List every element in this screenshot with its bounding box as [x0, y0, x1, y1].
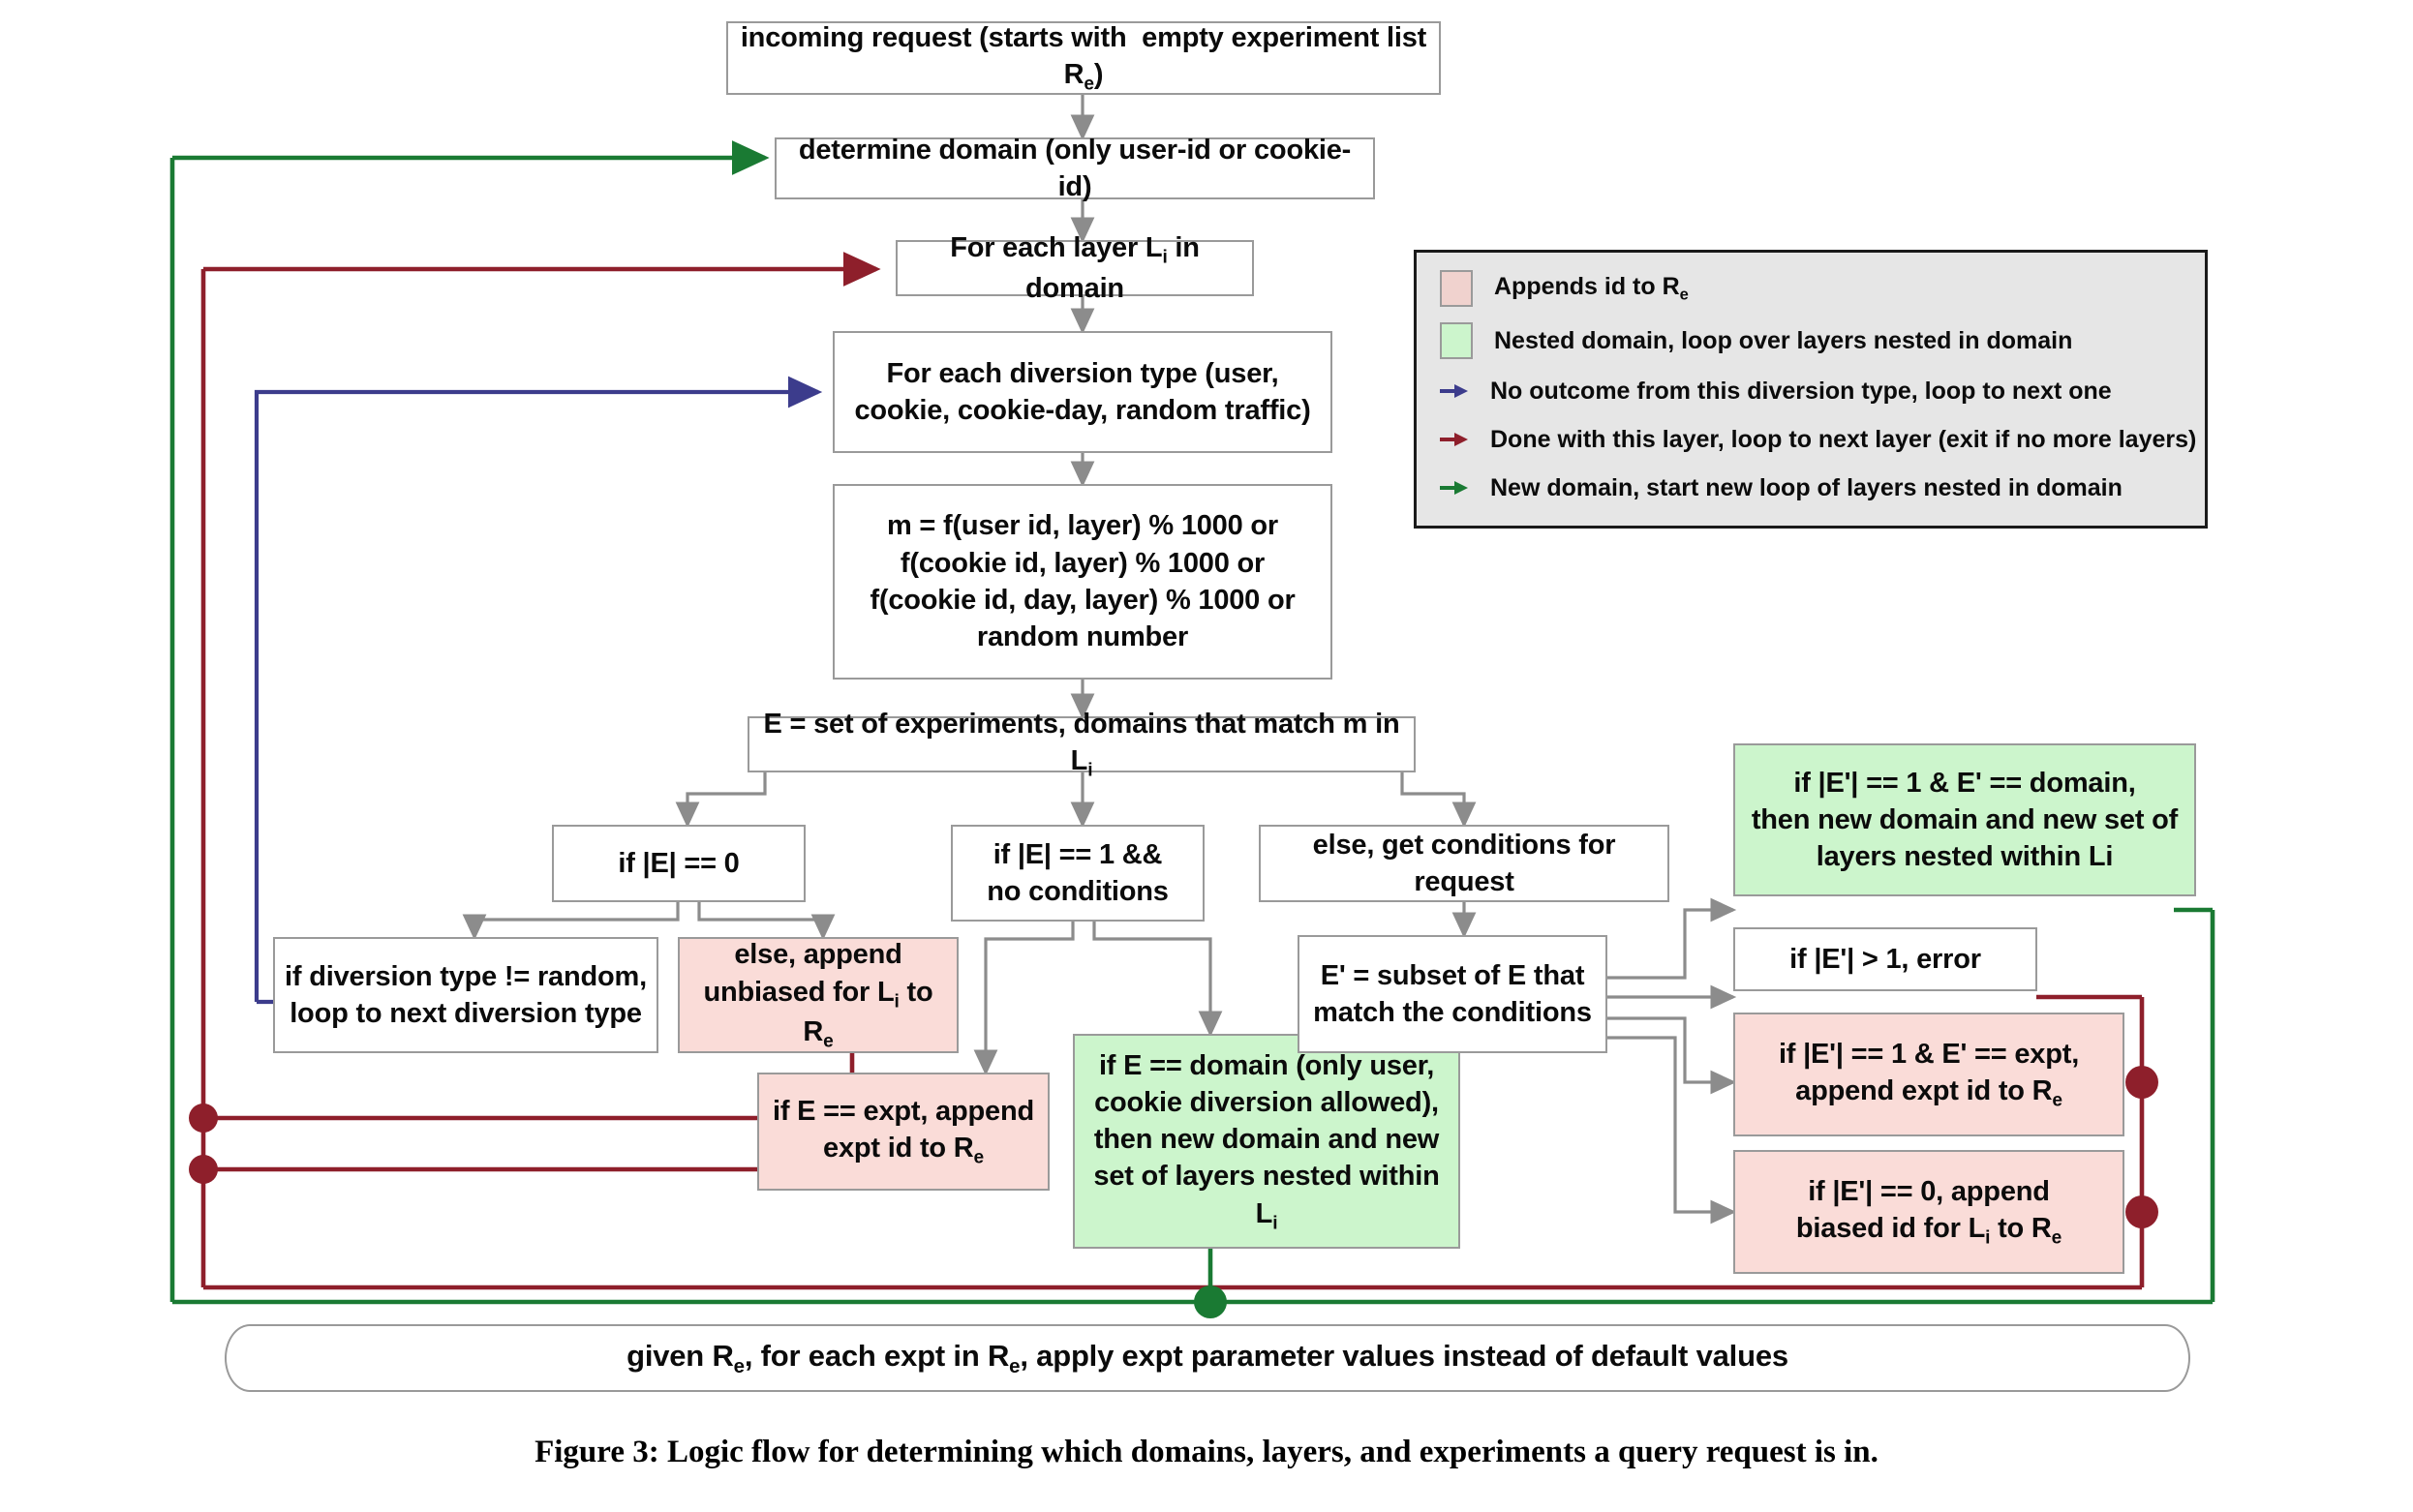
node-for-each-diversion-type-label: For each diversion type (user, cookie, co…: [854, 357, 1311, 426]
node-if-eprime-one-domain-label: if |E'| == 1 & E' == domain, then new dom…: [1751, 767, 2179, 873]
legend-label-appends-id: Appends id to Re: [1494, 272, 1689, 304]
node-if-diversion-not-random: if diversion type != random, loop to next…: [273, 937, 658, 1053]
node-else-get-conditions-label: else, get conditions for request: [1312, 829, 1616, 897]
node-if-e-domain-nested: if E == domain (only user, cookie diversi…: [1073, 1034, 1460, 1249]
legend-label-new-domain: New domain, start new loop of layers nes…: [1490, 473, 2123, 501]
legend-panel: Appends id to Re Nested domain, loop ove…: [1414, 250, 2208, 529]
green-square-swatch-icon: [1440, 322, 1473, 359]
legend-label-nested-domain: Nested domain, loop over layers nested i…: [1494, 326, 2073, 354]
flowchart-canvas: incoming request (starts with empty expe…: [0, 0, 2413, 1512]
node-for-each-layer-label: For each layer Li in domain: [950, 232, 1200, 304]
green-junction-dot: [1194, 1285, 1227, 1318]
legend-row-new-domain: New domain, start new loop of layers nes…: [1440, 471, 2184, 504]
node-m-formula: m = f(user id, layer) % 1000 or f(cookie …: [833, 484, 1332, 680]
node-if-eprime-gt-one-error: if |E'| > 1, error: [1733, 927, 2037, 991]
node-if-diversion-not-random-label: if diversion type != random, loop to next…: [285, 960, 647, 1029]
node-final-apply-params-label: given Re, for each expt in Re, apply exp…: [626, 1338, 1788, 1377]
node-m-formula-label: m = f(user id, layer) % 1000 or f(cookie …: [870, 510, 1296, 653]
figure-caption: Figure 3: Logic flow for determining whi…: [535, 1435, 1878, 1469]
node-else-get-conditions: else, get conditions for request: [1259, 825, 1669, 902]
blue-arrow-icon: [1440, 375, 1469, 408]
pink-square-swatch-icon: [1440, 270, 1473, 307]
green-arrow-icon: [1440, 471, 1469, 504]
node-if-e-expt-append-label: if E == expt, append expt id to Re: [773, 1096, 1034, 1168]
node-e-prime-subset-label: E' = subset of E that match the condition…: [1313, 959, 1592, 1028]
legend-row-nested-domain: Nested domain, loop over layers nested i…: [1440, 322, 2184, 359]
node-if-eprime-zero: if |E'| == 0, append biased id for Li to …: [1733, 1150, 2124, 1274]
node-determine-domain: determine domain (only user-id or cookie…: [775, 135, 1375, 202]
node-e-set: E = set of experiments, domains that mat…: [748, 709, 1416, 781]
node-for-each-layer: For each layer Li in domain: [896, 232, 1254, 304]
legend-row-done-with-layer: Done with this layer, loop to next layer…: [1440, 423, 2196, 456]
node-if-eprime-zero-label: if |E'| == 0, append biased id for Li to …: [1795, 1176, 2062, 1249]
node-else-append-unbiased-label: else, append unbiased for Li to Re: [703, 939, 933, 1052]
node-if-eprime-one-domain: if |E'| == 1 & E' == domain, then new dom…: [1733, 743, 2196, 896]
node-if-eprime-gt-one-error-label: if |E'| > 1, error: [1789, 943, 1981, 975]
node-e-prime-subset: E' = subset of E that match the condition…: [1298, 935, 1607, 1053]
node-if-e-expt-append: if E == expt, append expt id to Re: [757, 1073, 1050, 1191]
node-else-append-unbiased: else, append unbiased for Li to Re: [678, 937, 959, 1053]
node-e-set-label: E = set of experiments, domains that mat…: [763, 709, 1400, 781]
node-if-e-zero: if |E| == 0: [552, 825, 806, 902]
node-if-e-zero-label: if |E| == 0: [618, 847, 740, 879]
red-arrow-icon: [1440, 423, 1469, 456]
legend-label-done-with-layer: Done with this layer, loop to next layer…: [1490, 425, 2197, 453]
node-for-each-diversion-type: For each diversion type (user, cookie, co…: [833, 331, 1332, 453]
node-if-e-one-no-conditions-label: if |E| == 1 && no conditions: [987, 838, 1169, 907]
blue-loop-next-diversion: [254, 376, 823, 1005]
node-determine-domain-label: determine domain (only user-id or cookie…: [798, 134, 1352, 202]
node-incoming-request-label: incoming request (starts with empty expe…: [740, 22, 1427, 95]
legend-row-appends-id: Appends id to Re: [1440, 270, 2184, 307]
node-if-eprime-one-expt: if |E'| == 1 & E' == expt, append expt id…: [1733, 1013, 2124, 1136]
node-if-e-domain-nested-label: if E == domain (only user, cookie diversi…: [1093, 1049, 1440, 1234]
node-if-e-one-no-conditions: if |E| == 1 && no conditions: [951, 825, 1205, 922]
legend-row-no-outcome: No outcome from this diversion type, loo…: [1440, 375, 2184, 408]
legend-label-no-outcome: No outcome from this diversion type, loo…: [1490, 377, 2112, 405]
node-final-apply-params: given Re, for each expt in Re, apply exp…: [225, 1324, 2190, 1392]
node-incoming-request: incoming request (starts with empty expe…: [726, 21, 1441, 95]
node-if-eprime-one-expt-label: if |E'| == 1 & E' == expt, append expt id…: [1778, 1039, 2080, 1111]
